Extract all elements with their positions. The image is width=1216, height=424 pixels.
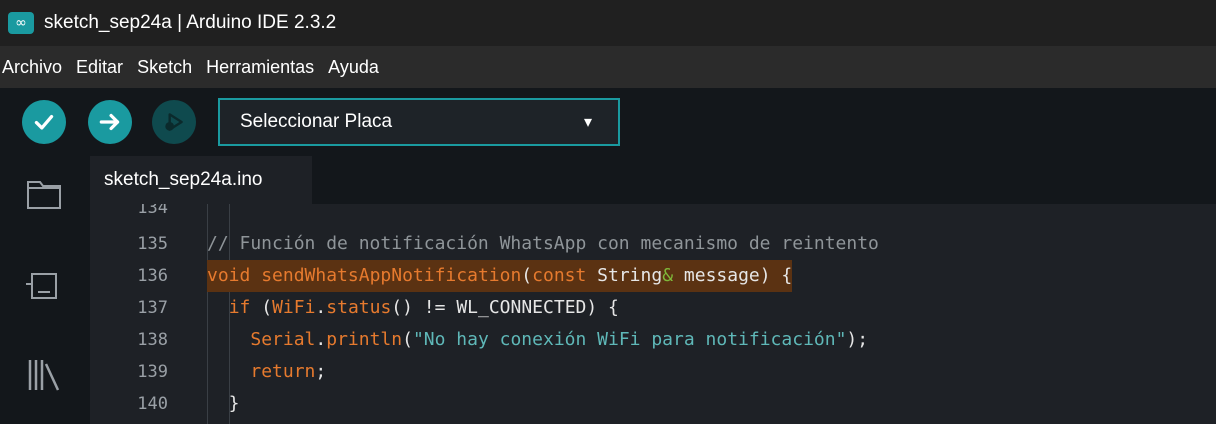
line-number: 137 <box>137 298 168 318</box>
code-text: // Función de notificación WhatsApp con … <box>207 233 879 254</box>
line-number: 135 <box>137 234 168 254</box>
toolbar: Seleccionar Placa ▾ <box>0 88 1216 156</box>
line-number: 140 <box>137 394 168 414</box>
upload-button[interactable] <box>88 100 132 144</box>
code-token: void <box>207 265 251 286</box>
title-bar: ∞ sketch_sep24a | Arduino IDE 2.3.2 <box>0 0 1216 46</box>
code-line: 140 } <box>90 388 1216 420</box>
code-line: 138 Serial.println("No hay conexión WiFi… <box>90 324 1216 356</box>
code-line: 135 // Función de notificación WhatsApp … <box>90 228 1216 260</box>
code-token: & <box>662 265 674 286</box>
code-line: 136 void sendWhatsAppNotification(const … <box>90 260 1216 292</box>
code-token: const <box>532 265 587 286</box>
code-text: Serial.println("No hay conexión WiFi par… <box>250 329 869 350</box>
code-token: status <box>326 297 392 318</box>
menu-ayuda[interactable]: Ayuda <box>328 57 379 78</box>
code-token: WiFi <box>272 297 316 318</box>
line-number: 139 <box>137 362 168 382</box>
code-text: return; <box>250 361 327 382</box>
line-number: 138 <box>137 330 168 350</box>
line-number: 134 <box>137 204 168 218</box>
menu-bar: Archivo Editar Sketch Herramientas Ayuda <box>0 46 1216 88</box>
code-line: 139 return; <box>90 356 1216 388</box>
code-editor[interactable]: 134 135 // Función de notificación Whats… <box>90 204 1216 424</box>
line-number: 136 <box>137 266 168 286</box>
menu-sketch[interactable]: Sketch <box>137 57 192 78</box>
code-token: WL_CONNECTED <box>456 297 587 318</box>
checkmark-icon <box>34 114 54 130</box>
code-token: println <box>326 329 403 350</box>
arduino-logo-icon: ∞ <box>8 12 34 34</box>
code-token: Serial <box>250 329 316 350</box>
chevron-down-icon: ▾ <box>583 114 592 131</box>
menu-archivo[interactable]: Archivo <box>2 57 62 78</box>
board-select-dropdown[interactable]: Seleccionar Placa ▾ <box>218 98 620 146</box>
verify-button[interactable] <box>22 100 66 144</box>
tab-label: sketch_sep24a.ino <box>104 169 263 190</box>
debug-icon <box>165 113 183 131</box>
code-text: if (WiFi.status() != WL_CONNECTED) { <box>228 297 619 318</box>
sidebar <box>0 156 90 424</box>
code-token: "No hay conexión WiFi para notificación" <box>412 329 847 350</box>
code-line: 137 if (WiFi.status() != WL_CONNECTED) { <box>90 292 1216 324</box>
library-icon[interactable] <box>24 354 64 394</box>
code-text: void sendWhatsAppNotification(const Stri… <box>207 260 793 292</box>
folder-icon[interactable] <box>24 174 64 214</box>
code-token: String <box>597 265 663 286</box>
code-token: message <box>683 265 760 286</box>
code-token: sendWhatsAppNotification <box>261 265 522 286</box>
code-line: 134 <box>90 204 1216 224</box>
menu-herramientas[interactable]: Herramientas <box>206 57 314 78</box>
tab-bar: sketch_sep24a.ino <box>90 156 1216 204</box>
window-title: sketch_sep24a | Arduino IDE 2.3.2 <box>44 12 337 33</box>
tab-sketch-file[interactable]: sketch_sep24a.ino <box>90 156 312 204</box>
code-token: if <box>228 297 251 318</box>
board-select-label: Seleccionar Placa <box>240 111 393 132</box>
code-text: } <box>207 393 240 414</box>
debug-button[interactable] <box>152 100 196 144</box>
arrow-right-icon <box>99 113 120 131</box>
menu-editar[interactable]: Editar <box>76 57 123 78</box>
board-manager-icon[interactable] <box>24 266 64 306</box>
code-token: return <box>250 361 316 382</box>
